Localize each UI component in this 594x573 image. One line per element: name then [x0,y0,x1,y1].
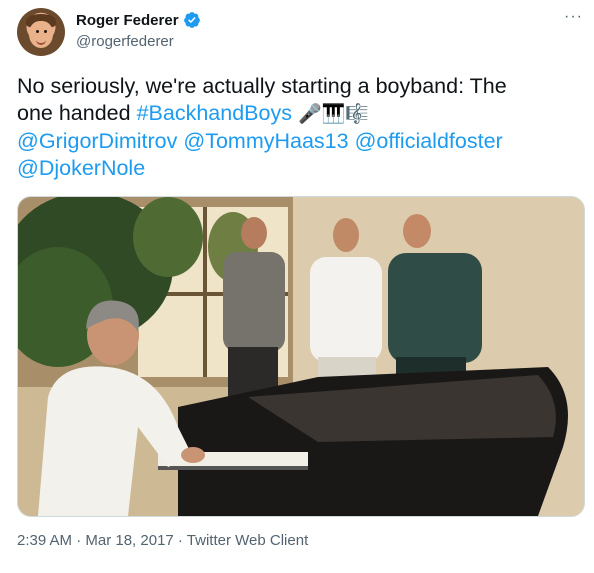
mention-link[interactable]: @GrigorDimitrov [17,129,177,153]
tweet-media-photo[interactable] [17,196,585,517]
hashtag-link[interactable]: #BackhandBoys [137,101,292,125]
verified-badge-icon [183,12,200,28]
display-name[interactable]: Roger Federer [76,12,179,29]
music-emojis: 🎤🎹🎼 [297,103,369,125]
tweet-text-line-4: @DjokerNole [17,155,577,182]
tweet-text-line-3: @GrigorDimitrov @TommyHaas13 @officialdf… [17,128,577,155]
tweet-text-segment: one handed [17,101,137,125]
author-handle[interactable]: @rogerfederer [76,33,174,50]
tweet-timestamp[interactable]: 2:39 AM · Mar 18, 2017 · Twitter Web Cli… [17,532,308,549]
tweet-card: Roger Federer @rogerfederer ··· No serio… [0,0,594,573]
mention-link[interactable]: @DjokerNole [17,156,145,180]
author-name-row[interactable]: Roger Federer [76,11,201,29]
mention-link[interactable]: @officialdfoster [355,129,503,153]
tweet-text: No seriously, we're actually starting a … [17,73,577,182]
mention-link[interactable]: @TommyHaas13 [183,129,348,153]
tweet-text-line-1: No seriously, we're actually starting a … [17,74,507,98]
avatar[interactable] [17,8,65,56]
tweet-text-line-2: one handed #BackhandBoys 🎤🎹🎼 [17,100,577,128]
more-options-icon[interactable]: ··· [564,8,583,26]
photo-scene [18,197,584,516]
